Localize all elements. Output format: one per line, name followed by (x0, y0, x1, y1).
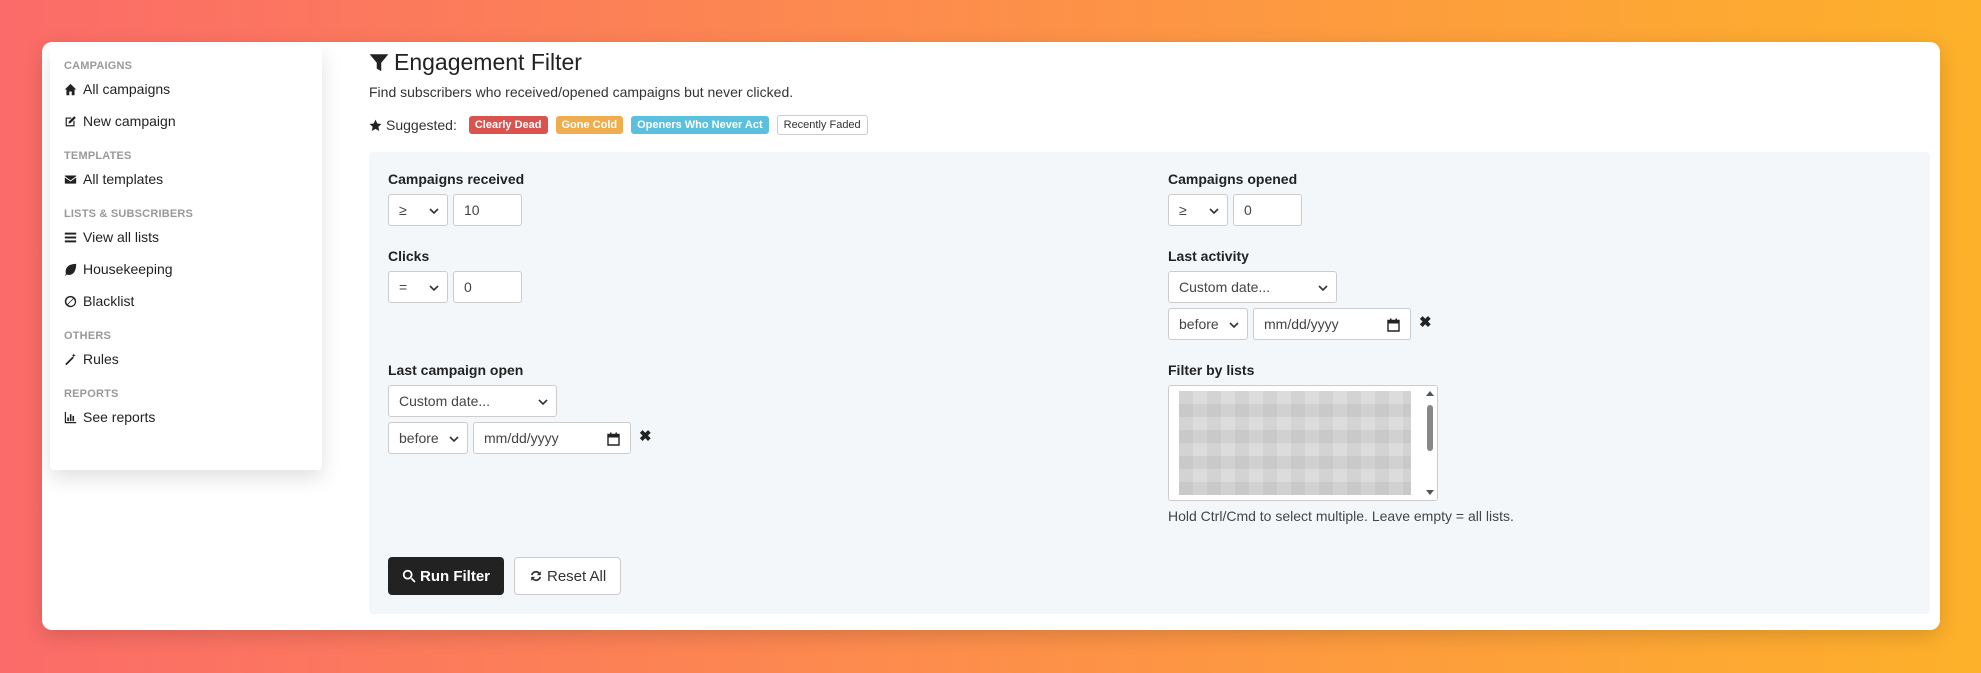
calendar-icon (1387, 318, 1400, 332)
nav-header-templates: TEMPLATES (64, 150, 132, 162)
page-title: Engagement Filter (394, 49, 582, 75)
opened-label: Campaigns opened (1168, 171, 1298, 187)
sidebar-item-view-all-lists[interactable]: View all lists (50, 221, 322, 253)
opened-value: 0 (1244, 202, 1252, 218)
filter-panel: Campaigns received ≥ 10 Campaigns opened… (369, 152, 1930, 614)
last-open-relation-value: before (399, 430, 439, 446)
edit-icon (65, 115, 76, 126)
chevron-down-icon (449, 436, 459, 443)
page-subtitle: Find subscribers who received/opened cam… (369, 84, 794, 100)
last-open-mode-select[interactable]: Custom date... (388, 385, 557, 417)
chevron-down-icon (1318, 285, 1328, 292)
scroll-up-icon[interactable] (1426, 391, 1434, 396)
envelope-icon (64, 174, 77, 184)
suggested-label: Suggested: (386, 117, 457, 133)
sidebar-item-label: All templates (83, 171, 164, 187)
clear-last-open-icon[interactable]: ✖ (639, 427, 652, 445)
search-icon (402, 569, 416, 583)
nav-header-lists: LISTS & SUBSCRIBERS (64, 208, 194, 220)
clicks-operator-value: = (399, 279, 408, 295)
run-filter-label: Run Filter (420, 567, 490, 585)
chevron-down-icon (429, 285, 439, 292)
chevron-down-icon (1209, 208, 1219, 215)
home-icon (64, 83, 77, 95)
last-open-relation-select[interactable]: before (388, 422, 468, 454)
scroll-down-icon[interactable] (1426, 490, 1434, 495)
preset-gone-cold[interactable]: Gone Cold (555, 116, 624, 134)
calendar-icon (607, 432, 620, 446)
reset-all-button[interactable]: Reset All (514, 557, 622, 595)
preset-openers-who-never-act[interactable]: Openers Who Never Act (631, 116, 769, 134)
list-icon (64, 232, 77, 242)
chevron-down-icon (538, 399, 548, 406)
lists-multiselect[interactable] (1168, 385, 1438, 501)
suggested-presets: Suggested: Clearly Dead Gone Cold Opener… (369, 115, 876, 135)
received-operator-value: ≥ (399, 202, 407, 218)
sidebar-item-label: View all lists (83, 229, 159, 245)
sidebar-item-blacklist[interactable]: Blacklist (50, 285, 322, 317)
nav-header-reports: REPORTS (64, 388, 119, 400)
preset-recently-faded[interactable]: Recently Faded (776, 115, 868, 135)
opened-operator-select[interactable]: ≥ (1168, 194, 1228, 226)
redacted-list-options (1179, 391, 1411, 495)
sidebar-item-all-campaigns[interactable]: All campaigns (50, 73, 322, 105)
last-activity-date-placeholder: mm/dd/yyyy (1264, 316, 1339, 332)
reset-all-label: Reset All (547, 567, 607, 585)
last-open-mode-value: Custom date... (399, 393, 491, 409)
bar-chart-icon (64, 411, 77, 423)
ban-icon (64, 295, 77, 307)
sidebar-item-rules[interactable]: Rules (50, 343, 322, 375)
last-activity-date-input[interactable]: mm/dd/yyyy (1253, 308, 1411, 340)
sidebar-item-label: See reports (83, 409, 156, 425)
last-activity-mode-select[interactable]: Custom date... (1168, 271, 1337, 303)
preset-clearly-dead[interactable]: Clearly Dead (468, 116, 548, 134)
chevron-down-icon (429, 208, 439, 215)
lists-help-text: Hold Ctrl/Cmd to select multiple. Leave … (1168, 508, 1514, 524)
sidebar-item-label: Blacklist (83, 293, 135, 309)
sidebar-item-new-campaign[interactable]: New campaign (50, 105, 322, 137)
sidebar-item-label: Housekeeping (83, 261, 173, 277)
received-value: 10 (464, 202, 480, 218)
nav-header-campaigns: CAMPAIGNS (64, 60, 133, 72)
filter-icon (369, 53, 389, 71)
last-activity-relation-select[interactable]: before (1168, 308, 1248, 340)
refresh-icon (530, 570, 542, 582)
last-activity-label: Last activity (1168, 248, 1249, 264)
clear-last-activity-icon[interactable]: ✖ (1419, 313, 1432, 331)
sidebar-item-label: All campaigns (83, 81, 171, 97)
sidebar-item-label: Rules (83, 351, 119, 367)
sidebar-item-all-templates[interactable]: All templates (50, 163, 322, 195)
clicks-label: Clicks (388, 248, 430, 264)
clicks-operator-select[interactable]: = (388, 271, 448, 303)
chevron-down-icon (1229, 322, 1239, 329)
received-value-input[interactable]: 10 (453, 194, 522, 226)
star-icon (369, 119, 382, 131)
run-filter-button[interactable]: Run Filter (388, 557, 504, 595)
opened-value-input[interactable]: 0 (1233, 194, 1302, 226)
sidebar: CAMPAIGNS All campaigns New campaign TEM… (50, 46, 322, 470)
sidebar-item-housekeeping[interactable]: Housekeeping (50, 253, 322, 285)
last-activity-relation-value: before (1179, 316, 1219, 332)
last-open-date-input[interactable]: mm/dd/yyyy (473, 422, 631, 454)
page-title-row: Engagement Filter (369, 49, 582, 76)
last-activity-mode-value: Custom date... (1179, 279, 1271, 295)
magic-wand-icon (65, 352, 76, 365)
scrollbar-thumb[interactable] (1427, 405, 1433, 451)
clicks-value: 0 (464, 279, 472, 295)
opened-operator-value: ≥ (1179, 202, 1187, 218)
sidebar-item-label: New campaign (83, 113, 176, 129)
main-content: Engagement Filter Find subscribers who r… (369, 42, 1940, 630)
last-open-date-placeholder: mm/dd/yyyy (484, 430, 559, 446)
last-open-label: Last campaign open (388, 362, 524, 378)
app-window: CAMPAIGNS All campaigns New campaign TEM… (42, 42, 1940, 630)
sidebar-item-see-reports[interactable]: See reports (50, 401, 322, 433)
received-operator-select[interactable]: ≥ (388, 194, 448, 226)
clicks-value-input[interactable]: 0 (453, 271, 522, 303)
nav-header-others: OTHERS (64, 330, 112, 342)
leaf-icon (64, 263, 77, 276)
lists-label: Filter by lists (1168, 362, 1255, 378)
received-label: Campaigns received (388, 171, 525, 187)
